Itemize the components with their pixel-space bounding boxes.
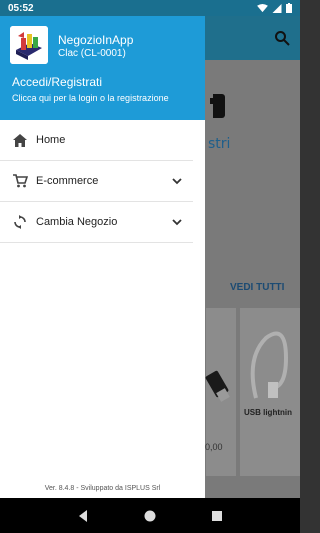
back-icon[interactable] [76, 509, 90, 523]
login-title[interactable]: Accedi/Registrati [12, 75, 102, 89]
drawer-header[interactable]: NegozioInApp Clac (CL-0001) Accedi/Regis… [0, 16, 205, 120]
home-icon [12, 132, 28, 148]
home-circle-icon[interactable] [143, 509, 157, 523]
menu-item-label: Home [36, 134, 66, 146]
brand-logo-icon [210, 94, 225, 118]
login-subtitle[interactable]: Clicca qui per la login o la registrazio… [12, 93, 169, 103]
sync-icon [12, 214, 28, 230]
brand-logo-text: stri [208, 136, 231, 152]
recents-icon[interactable] [210, 509, 224, 523]
status-bar: 05:52 [0, 0, 300, 16]
chevron-down-icon[interactable] [171, 175, 183, 187]
menu-item-home[interactable]: Home [0, 120, 193, 161]
navigation-drawer: NegozioInApp Clac (CL-0001) Accedi/Regis… [0, 16, 205, 498]
signal-icon [272, 3, 282, 13]
product-name: USB lightnin [244, 408, 292, 417]
menu-item-label: Cambia Negozio [36, 216, 118, 228]
app-logo-icon [10, 26, 48, 64]
status-icons [257, 3, 292, 13]
status-time: 05:52 [8, 2, 34, 14]
battery-icon [286, 3, 292, 13]
wifi-icon [257, 3, 268, 12]
chevron-down-icon[interactable] [171, 216, 183, 228]
app-name: NegozioInApp [58, 33, 134, 47]
system-navigation-bar [0, 498, 300, 533]
menu-item-label: E-commerce [36, 175, 99, 187]
usb-plug-icon [205, 370, 230, 402]
store-code: Clac (CL-0001) [58, 48, 126, 59]
version-text: Ver. 8.4.8 - Sviluppato da ISPLUS Srl [44, 485, 161, 492]
search-icon[interactable] [274, 30, 290, 46]
product-price: 0,00 [205, 442, 223, 452]
cart-icon [12, 173, 28, 189]
usb-cable-icon [250, 331, 289, 399]
menu-item-ecommerce[interactable]: E-commerce [0, 161, 193, 202]
menu-item-cambia-negozio[interactable]: Cambia Negozio [0, 202, 193, 243]
see-all-link[interactable]: VEDI TUTTI [230, 282, 284, 293]
